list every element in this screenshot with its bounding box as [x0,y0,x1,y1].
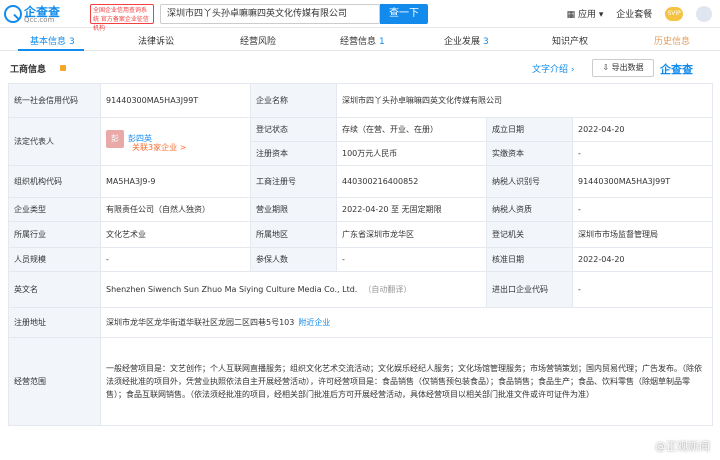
credit-code: 91440300MA5HA3J99T [100,83,251,118]
biz-reg-no-label: 工商注册号 [250,165,337,198]
region: 广东省深圳市龙华区 [336,221,487,248]
table-row: 法定代表人 彭彭四英 关联3家企业 > 登记状态 存续（在营、开业、在册） 成立… [8,117,713,166]
table-row: 统一社会信用代码 91440300MA5HA3J99T 企业名称 深圳市四丫头孙… [8,83,713,118]
address-label: 注册地址 [8,307,101,338]
reg-capital: 100万元人民币 [336,141,487,166]
legal-rep-cell: 彭彭四英 关联3家企业 > [100,117,251,166]
legal-rep-label: 法定代表人 [8,117,101,166]
business-info-table: 统一社会信用代码 91440300MA5HA3J99T 企业名称 深圳市四丫头孙… [8,83,713,426]
taxpayer-id-label: 纳税人识别号 [486,165,573,198]
company-type-label: 企业类型 [8,197,101,222]
import-export: - [572,271,713,308]
nearby-companies-link[interactable]: 附近企业 [298,318,330,327]
menu-app[interactable]: ▦ 应用 ▾ [567,10,604,20]
section-header: 工商信息 文字介绍 › ⇩ 导出数据 企查查 [0,56,720,80]
search-button[interactable]: 查一下 [380,4,428,24]
tab-legal[interactable]: 法律诉讼 [138,34,174,47]
biz-reg-no: 440300216400852 [336,165,487,198]
table-row: 组织机构代码 MA5HA3J9-9 工商注册号 440300216400852 … [8,165,713,198]
table-row: 企业类型 有限责任公司（自然人独资） 营业期限 2022-04-20 至 无固定… [8,197,713,222]
lock-icon [60,65,66,71]
paid-capital: - [572,141,713,166]
table-row: 经营范围 一般经营项目是：文艺创作；个人互联网直播服务；组织文化艺术交流活动；文… [8,337,713,426]
staff-size-label: 人员规模 [8,247,101,272]
search-input[interactable]: 深圳市四丫头孙卓嘛嘛四英文化传媒有限公司 [160,4,380,24]
english-name-cell: Shenzhen Siwench Sun Zhuo Ma Siying Cult… [100,271,487,308]
auto-translate-note: （自动翻译） [363,284,412,294]
related-companies-link[interactable]: 关联3家企业 > [132,142,245,154]
reg-status: 存续（在营、开业、在册） [336,117,487,142]
business-scope: 一般经营项目是：文艺创作；个人互联网直播服务；组织文化艺术交流活动；文化娱乐经纪… [100,337,713,426]
industry-label: 所属行业 [8,221,101,248]
company-name-label: 企业名称 [250,83,337,118]
qcc-brand: 企查查 [660,63,693,76]
staff-size: - [100,247,251,272]
paid-capital-label: 实缴资本 [486,141,573,166]
credit-badge: 全国企业信用查询系统 官方备案企业征信机构 [90,4,154,32]
approval-date-label: 核准日期 [486,247,573,272]
found-date-label: 成立日期 [486,117,573,142]
tab-operation[interactable]: 经营信息 1 [340,34,385,47]
logo-sub: Qcc.com [24,16,55,24]
reg-authority-label: 登记机关 [486,221,573,248]
scope-label: 经营范围 [8,337,101,426]
insured-label: 参保人数 [250,247,337,272]
magnifier-logo-icon [4,5,22,23]
avatar[interactable] [696,6,712,22]
table-row: 所属行业 文化艺术业 所属地区 广东省深圳市龙华区 登记机关 深圳市市场监督管理… [8,221,713,248]
reg-authority: 深圳市市场监督管理局 [572,221,713,248]
intro-link[interactable]: 文字介绍 › [532,62,574,75]
tab-ip[interactable]: 知识产权 [552,34,588,47]
biz-term: 2022-04-20 至 无固定期限 [336,197,487,222]
section-title: 工商信息 [10,65,47,75]
biz-term-label: 营业期限 [250,197,337,222]
active-tab-indicator [18,49,84,51]
industry: 文化艺术业 [100,221,251,248]
reg-status-label: 登记状态 [250,117,337,142]
nav-tabs: 基本信息 3 法律诉讼 经营风险 经营信息 1 企业发展 3 知识产权 历史信息 [0,29,720,51]
tab-development[interactable]: 企业发展 3 [444,34,489,47]
export-button[interactable]: ⇩ 导出数据 [592,59,654,77]
svip-icon[interactable]: SVIP [665,7,684,21]
tab-history[interactable]: 历史信息 [654,34,690,47]
menu-package[interactable]: 企业套餐 [616,10,652,20]
company-type: 有限责任公司（自然人独资） [100,197,251,222]
import-export-label: 进出口企业代码 [486,271,573,308]
table-row: 英文名 Shenzhen Siwench Sun Zhuo Ma Siying … [8,271,713,308]
legal-rep-avatar: 彭 [106,129,124,148]
region-label: 所属地区 [250,221,337,248]
watermark: @正观新闻 [655,440,710,453]
tab-basic-info[interactable]: 基本信息 3 [30,34,75,47]
table-row: 注册地址 深圳市龙华区龙华街道华联社区龙园二区四巷5号103 附近企业 [8,307,713,338]
insured: - [336,247,487,272]
org-code-label: 组织机构代码 [8,165,101,198]
found-date: 2022-04-20 [572,117,713,142]
address: 深圳市龙华区龙华街道华联社区龙园二区四巷5号103 [106,317,295,327]
company-name: 深圳市四丫头孙卓嘛嘛四英文化传媒有限公司 [336,83,713,118]
address-cell: 深圳市龙华区龙华街道华联社区龙园二区四巷5号103 附近企业 [100,307,713,338]
taxpayer-qual: - [572,197,713,222]
english-name-label: 英文名 [8,271,101,308]
reg-capital-label: 注册资本 [250,141,337,166]
qcc-logo[interactable]: 企查查 Qcc.com [4,3,88,25]
approval-date: 2022-04-20 [572,247,713,272]
table-row: 人员规模 - 参保人数 - 核准日期 2022-04-20 [8,247,713,272]
taxpayer-id: 91440300MA5HA3J99T [572,165,713,198]
top-bar: 企查查 Qcc.com 全国企业信用查询系统 官方备案企业征信机构 深圳市四丫头… [0,0,720,32]
org-code: MA5HA3J9-9 [100,165,251,198]
taxpayer-qual-label: 纳税人资质 [486,197,573,222]
tab-risk[interactable]: 经营风险 [240,34,276,47]
credit-code-label: 统一社会信用代码 [8,83,101,118]
top-right-menu: ▦ 应用 ▾ 企业套餐 SVIP [557,6,712,22]
english-name: Shenzhen Siwench Sun Zhuo Ma Siying Cult… [106,284,358,294]
